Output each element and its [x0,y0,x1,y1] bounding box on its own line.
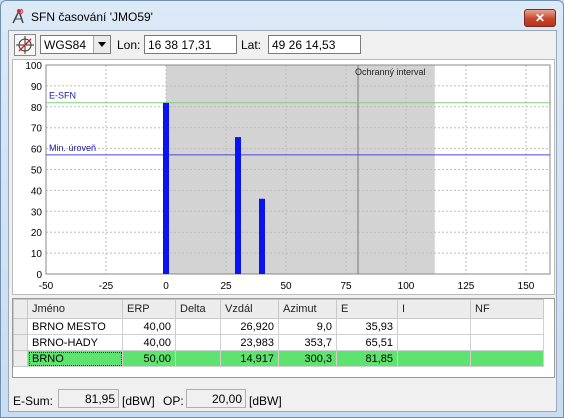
row-selector[interactable] [13,350,28,367]
guard-interval-label: Ochranný interval [355,67,426,77]
cell-azimut[interactable]: 9,0 [278,318,337,335]
cell-erp[interactable]: 50,00 [122,350,176,367]
cell-name[interactable]: BRNO [27,350,123,367]
bar [259,198,265,274]
cell-delta[interactable] [175,334,221,351]
compass-icon [16,36,34,54]
cell-azimut[interactable]: 353,7 [278,334,337,351]
row-selector[interactable] [13,318,28,335]
op-label: OP: [163,394,184,408]
chart-svg: 0 10 20 30 40 50 60 70 80 90 100 -50 -25 0 25 50 75 100 12… [25,61,551,292]
x-tick-label: 25 [220,281,232,292]
status-bar: E-Sum: 81,95 [dBW] OP: 20,00 [dBW] [9,387,556,411]
cell-i[interactable] [397,318,471,335]
op-unit: [dBW] [249,394,282,408]
cell-name[interactable]: BRNO-HADY [27,334,123,351]
cell-e[interactable]: 65,51 [336,334,398,351]
column-header[interactable]: Delta [175,299,221,319]
lat-field[interactable]: 49 26 14,53 [268,35,361,54]
location-picker-button[interactable] [14,34,36,56]
lon-field[interactable]: 16 38 17,31 [144,35,237,54]
x-tick-label: -50 [39,281,54,292]
y-tick-label: 30 [31,207,43,218]
esum-value: 81,95 [58,389,119,408]
y-tick-label: 0 [36,270,42,281]
datum-select[interactable]: WGS84 [40,35,111,54]
transmitter-table: Jméno ERP Delta Vzdál Azimut E I NF BRNO… [12,298,555,378]
x-tick-label: 125 [458,281,475,292]
column-header[interactable]: NF [470,299,544,319]
cell-e[interactable]: 35,93 [336,318,398,335]
column-header[interactable]: Vzdál [220,299,279,319]
cell-erp[interactable]: 40,00 [122,318,176,335]
toolbar: WGS84 Lon: 16 38 17,31 Lat: 49 26 14,53 [9,31,556,57]
x-tick-label: 0 [163,281,169,292]
cell-i[interactable] [397,334,471,351]
column-header[interactable]: ERP [122,299,176,319]
reference-line-label: Min. úroveň [49,143,96,153]
table-row[interactable]: BRNO-HADY 40,00 23,983 353,7 65,51 [13,334,544,351]
column-header[interactable]: I [397,299,471,319]
cell-erp[interactable]: 40,00 [122,334,176,351]
bar [235,137,241,274]
op-value: 20,00 [186,389,246,408]
row-selector-header [13,299,28,319]
column-header[interactable]: Azimut [278,299,337,319]
x-tick-label: -25 [99,281,114,292]
cell-nf[interactable] [470,350,544,367]
cell-vzdal[interactable]: 26,920 [220,318,279,335]
title-bar[interactable]: SFN časování 'JMO59' ✕ [1,1,563,29]
x-tick-label: 50 [280,281,292,292]
bar [163,102,169,274]
y-tick-label: 40 [31,186,43,197]
table-row[interactable]: BRNO 50,00 14,917 300,3 81,85 [13,350,544,367]
y-tick-label: 50 [31,166,43,177]
cell-nf[interactable] [470,334,544,351]
x-tick-label: 75 [340,281,352,292]
y-tick-label: 60 [31,145,43,156]
table-header: Jméno ERP Delta Vzdál Azimut E I NF [13,299,544,319]
cell-name[interactable]: BRNO MESTO [27,318,123,335]
cell-delta[interactable] [175,318,221,335]
row-selector[interactable] [13,334,28,351]
sfn-timing-window: SFN časování 'JMO59' ✕ WGS84 Lon: 16 38 … [0,0,564,418]
y-tick-label: 100 [25,61,42,72]
x-tick-label: 150 [518,281,535,292]
y-tick-label: 10 [31,249,43,260]
timing-chart: 0 10 20 30 40 50 60 70 80 90 100 -50 -25 0 25 50 75 100 12… [12,59,555,295]
esum-label: E-Sum: [13,394,54,408]
lat-label: Lat: [241,38,262,52]
cell-azimut[interactable]: 300,3 [278,350,337,367]
table-row[interactable]: BRNO MESTO 40,00 26,920 9,0 35,93 [13,318,544,335]
reference-line-label: E-SFN [49,91,76,101]
y-tick-label: 20 [31,228,43,239]
esum-unit: [dBW] [122,394,155,408]
app-icon [12,8,24,24]
close-button[interactable]: ✕ [524,9,556,27]
y-tick-label: 80 [31,103,43,114]
cell-vzdal[interactable]: 14,917 [220,350,279,367]
chevron-down-icon[interactable] [93,36,110,53]
window-title: SFN časování 'JMO59' [31,10,153,24]
cell-e[interactable]: 81,85 [336,350,398,367]
column-header[interactable]: Jméno [27,299,123,319]
datum-value: WGS84 [44,38,87,52]
y-tick-label: 70 [31,124,43,135]
cell-i[interactable] [397,350,471,367]
lon-label: Lon: [117,38,141,52]
cell-delta[interactable] [175,350,221,367]
client-area: WGS84 Lon: 16 38 17,31 Lat: 49 26 14,53 … [8,30,557,412]
y-tick-label: 90 [31,82,43,93]
cell-nf[interactable] [470,318,544,335]
cell-vzdal[interactable]: 23,983 [220,334,279,351]
x-tick-label: 100 [398,281,415,292]
column-header[interactable]: E [336,299,398,319]
